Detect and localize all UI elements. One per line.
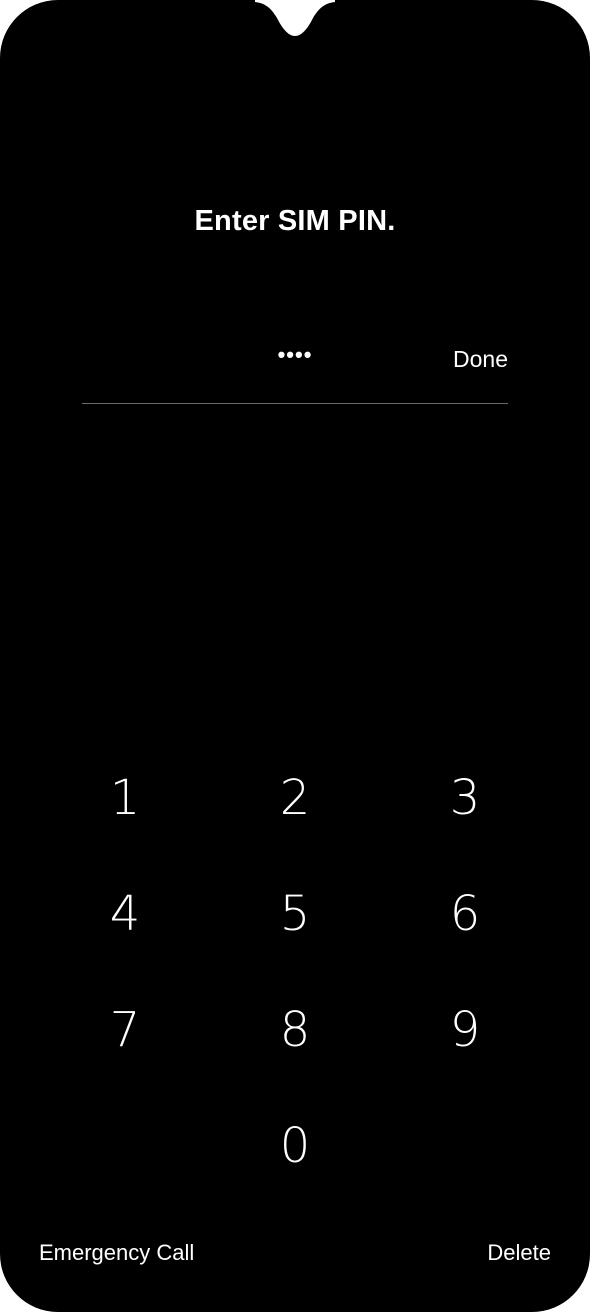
key-9[interactable]: 9 [380, 972, 550, 1088]
pin-input-underline [82, 403, 508, 404]
key-6[interactable]: 6 [380, 856, 550, 972]
key-0[interactable]: 0 [210, 1088, 380, 1204]
key-4[interactable]: 4 [40, 856, 210, 972]
bottom-action-bar: Emergency Call Delete [0, 1236, 590, 1276]
delete-button[interactable]: Delete [487, 1240, 551, 1266]
key-2[interactable]: 2 [210, 740, 380, 856]
key-3[interactable]: 3 [380, 740, 550, 856]
camera-notch [255, 0, 335, 40]
key-8[interactable]: 8 [210, 972, 380, 1088]
emergency-call-button[interactable]: Emergency Call [39, 1240, 194, 1266]
numeric-keypad: 1 2 3 4 5 6 7 8 9 0 [40, 740, 550, 1210]
key-5[interactable]: 5 [210, 856, 380, 972]
done-button[interactable]: Done [453, 346, 508, 373]
key-7[interactable]: 7 [40, 972, 210, 1088]
pin-masked-input[interactable]: •••• [82, 342, 508, 368]
pin-input-row[interactable]: •••• Done [82, 330, 508, 390]
page-title: Enter SIM PIN. [194, 205, 396, 237]
phone-screen: Enter SIM PIN. •••• Done 1 2 3 4 5 6 7 8… [0, 0, 590, 1312]
key-1[interactable]: 1 [40, 740, 210, 856]
